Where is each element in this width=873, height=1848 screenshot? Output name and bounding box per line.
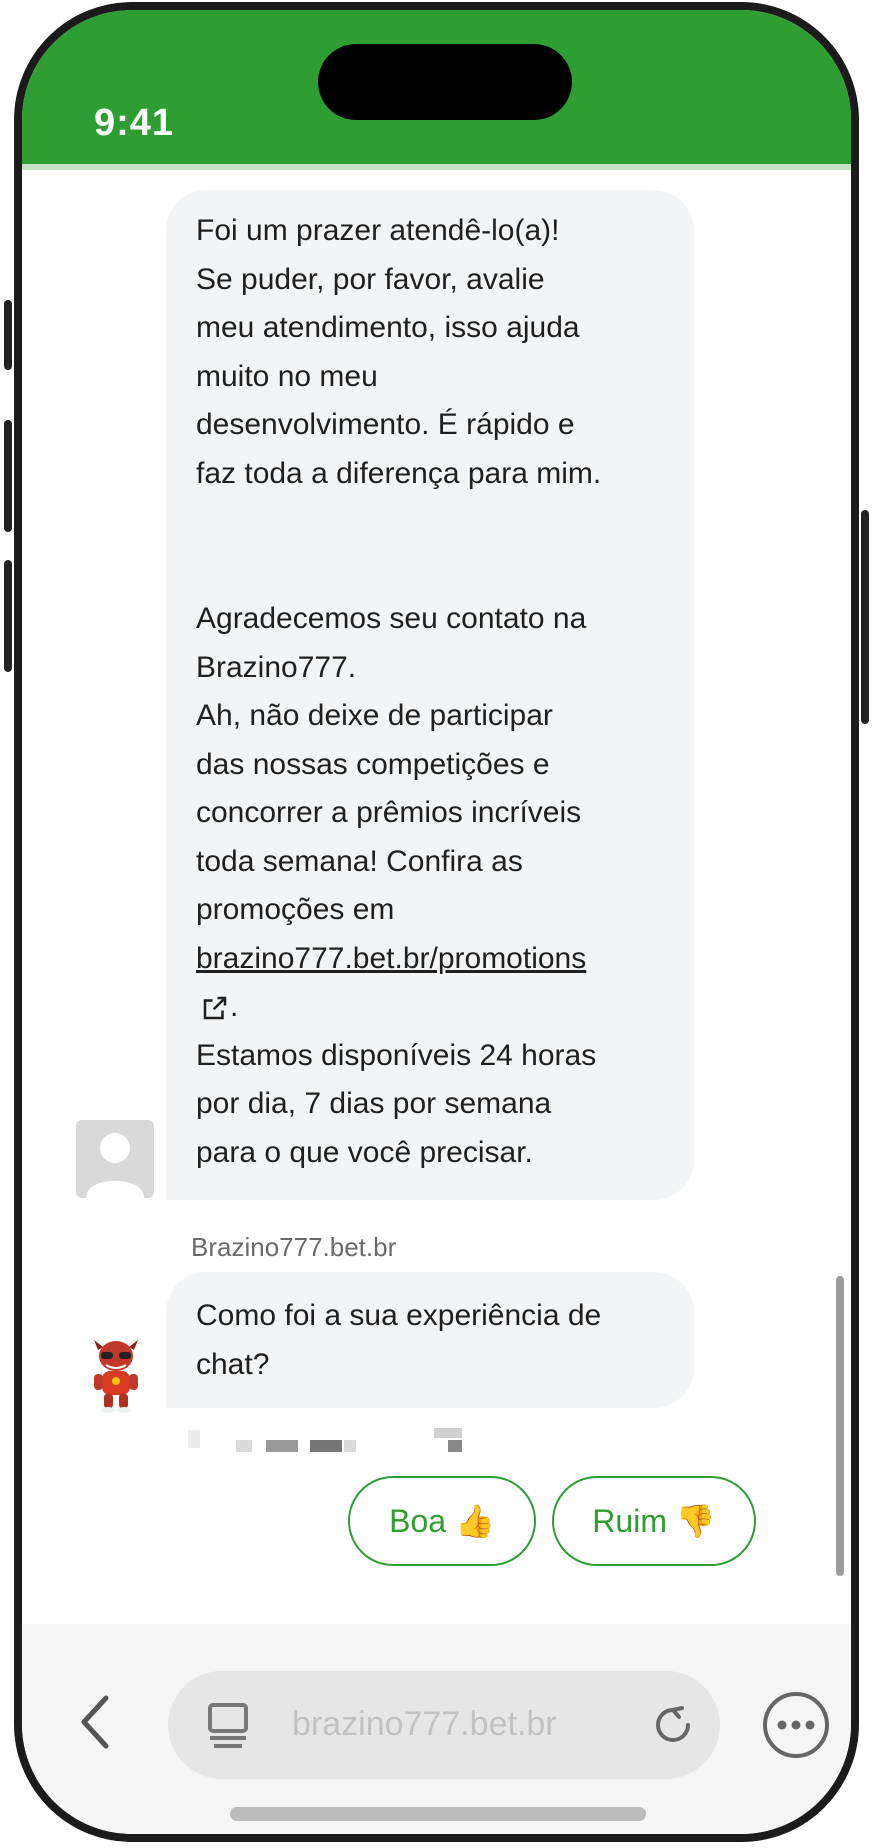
more-icon[interactable]	[758, 1687, 834, 1763]
chat-scrollbar[interactable]	[836, 1276, 844, 1576]
silent-switch	[4, 300, 12, 370]
url-text: brazino777.bet.br	[292, 1705, 557, 1743]
message-line: Estamos disponíveis 24 horas	[196, 1038, 597, 1072]
message-line: Brazino777.	[196, 650, 357, 684]
message-line: Ah, não deixe de participar	[196, 699, 553, 732]
promo-line: brazino777.bet.br/promotions	[196, 935, 670, 984]
quick-reply-bad-label: Ruim 👎	[592, 1503, 716, 1539]
address-bar[interactable]: brazino777.bet.br	[168, 1671, 720, 1779]
message-line: concorrer a prêmios incríveis	[196, 796, 582, 829]
message-line: por dia, 7 dias por semana	[196, 1087, 552, 1120]
message-line: meu atendimento, isso ajuda	[196, 311, 580, 344]
external-link-icon[interactable]	[200, 993, 230, 1023]
bot-message-bubble: Como foi a sua experiência de chat?	[166, 1272, 694, 1408]
quick-reply-bad[interactable]: Ruim 👎	[552, 1476, 756, 1566]
dynamic-island	[318, 44, 572, 120]
message-line: Se puder, por favor, avalie	[196, 262, 545, 296]
phone-frame: 9:41 Foi um prazer atendê-lo(a)! Se pude…	[14, 2, 859, 1842]
tabs-icon[interactable]	[206, 1701, 250, 1749]
message-line: muito no meu	[196, 359, 378, 393]
volume-up-button	[4, 420, 12, 532]
message-line: faz toda a diferença para mim.	[196, 456, 602, 490]
clock: 9:41	[94, 102, 175, 144]
message-line: desenvolvimento. É rápido e	[196, 408, 575, 441]
bot-mascot-avatar	[94, 1340, 138, 1413]
reload-icon[interactable]	[652, 1704, 694, 1746]
sender-name: Brazino777.bet.br	[191, 1232, 397, 1262]
status-bar: 9:41	[22, 10, 851, 170]
message-line: promoções em	[196, 893, 395, 926]
promotions-link[interactable]: brazino777.bet.br/promotions	[196, 942, 586, 975]
message-line: chat?	[196, 1347, 270, 1381]
message-line: Agradecemos seu contato na	[196, 602, 587, 635]
home-indicator	[230, 1807, 646, 1821]
chevron-left-icon[interactable]	[78, 1694, 112, 1750]
power-button	[861, 510, 869, 724]
browser-toolbar: brazino777.bet.br	[22, 1624, 851, 1834]
link-icon-line: .	[196, 983, 670, 1032]
message-line: Foi um prazer atendê-lo(a)!	[196, 214, 560, 247]
message-line: toda semana! Confira as	[196, 844, 523, 878]
message-line: Como foi a sua experiência de	[196, 1299, 602, 1332]
link-suffix: .	[230, 990, 239, 1023]
message-line: para o que você precisar.	[196, 1135, 533, 1169]
volume-down-button	[4, 560, 12, 672]
agent-avatar	[76, 1120, 154, 1198]
agent-message-bubble: Foi um prazer atendê-lo(a)! Se puder, po…	[166, 190, 694, 1200]
message-line: das nossas competições e	[196, 747, 550, 781]
quick-reply-good-label: Boa 👍	[389, 1503, 495, 1539]
user-silhouette-icon	[86, 1133, 144, 1198]
chat-area[interactable]: Foi um prazer atendê-lo(a)! Se puder, po…	[22, 170, 851, 1624]
quick-reply-good[interactable]: Boa 👍	[348, 1476, 536, 1566]
